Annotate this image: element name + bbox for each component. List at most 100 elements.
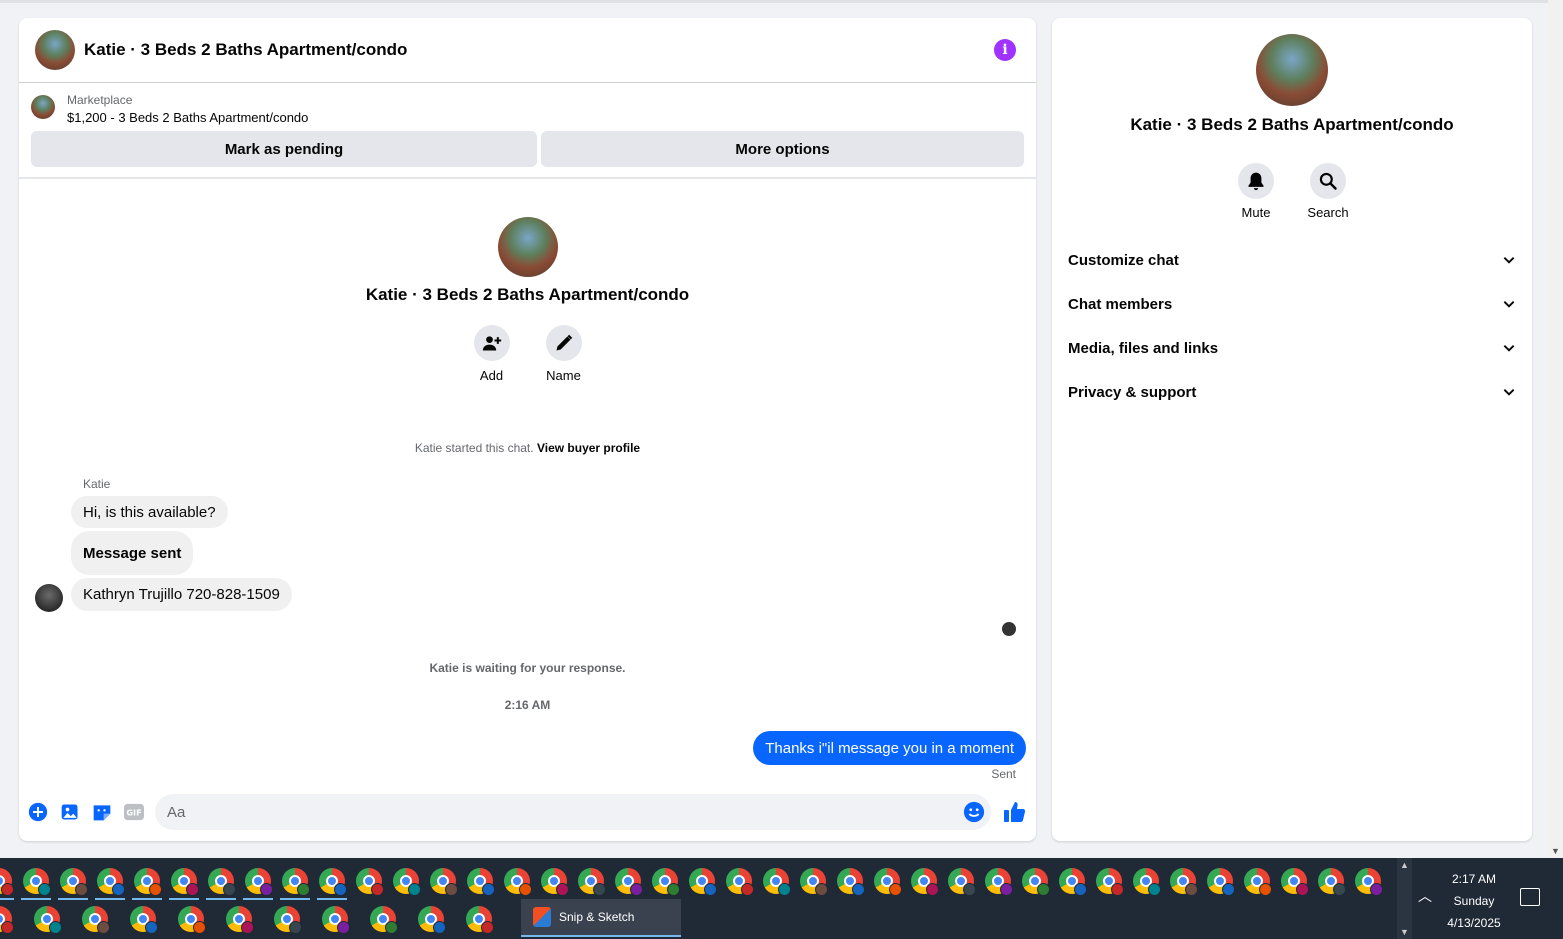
message-bubble[interactable]: Message sent bbox=[71, 531, 194, 575]
profile-badge-icon bbox=[1000, 883, 1013, 896]
profile-badge-icon bbox=[97, 921, 110, 934]
chrome-app-icon[interactable] bbox=[430, 868, 458, 896]
chrome-app-icon[interactable] bbox=[948, 868, 976, 896]
chrome-app-icon[interactable] bbox=[418, 906, 446, 934]
search-icon[interactable] bbox=[1310, 163, 1346, 199]
chrome-app-icon[interactable] bbox=[541, 868, 569, 896]
action-center-icon[interactable] bbox=[1520, 888, 1540, 906]
message-input[interactable] bbox=[155, 794, 991, 830]
listing-thumbnail bbox=[31, 95, 55, 119]
chrome-app-icon[interactable] bbox=[130, 906, 158, 934]
view-buyer-profile-link[interactable]: View buyer profile bbox=[537, 441, 640, 455]
chrome-app-icon[interactable] bbox=[466, 906, 494, 934]
chat-members-section[interactable]: Chat members bbox=[1068, 284, 1516, 324]
chrome-app-icon[interactable] bbox=[169, 868, 199, 900]
message-bubble[interactable]: Hi, is this available? bbox=[71, 496, 228, 528]
bell-icon[interactable] bbox=[1238, 163, 1274, 199]
chrome-app-icon[interactable] bbox=[689, 868, 717, 896]
gif-icon[interactable]: GIF bbox=[123, 801, 145, 823]
chrome-app-icon[interactable] bbox=[206, 868, 236, 900]
profile-badge-icon bbox=[38, 883, 51, 896]
chrome-app-icon[interactable] bbox=[726, 868, 754, 896]
info-avatar[interactable] bbox=[1256, 34, 1328, 106]
chrome-app-icon[interactable] bbox=[1096, 868, 1124, 896]
chrome-app-icon[interactable] bbox=[0, 868, 14, 900]
chrome-app-icon[interactable] bbox=[317, 868, 347, 900]
more-options-button[interactable]: More options bbox=[541, 131, 1024, 167]
taskbar-clock[interactable]: 2:17 AM Sunday 4/13/2025 bbox=[1436, 868, 1512, 934]
taskbar-scrollbar[interactable]: ▲ ▼ bbox=[1397, 858, 1412, 939]
page-scrollbar[interactable]: ▼ bbox=[1548, 0, 1563, 858]
sender-avatar[interactable] bbox=[35, 584, 63, 612]
add-people-action[interactable]: Add bbox=[473, 325, 510, 383]
chrome-app-icon[interactable] bbox=[1207, 868, 1235, 896]
show-hidden-icons-icon[interactable]: ︿ bbox=[1418, 886, 1432, 906]
chrome-app-icon[interactable] bbox=[178, 906, 206, 934]
chrome-app-icon[interactable] bbox=[652, 868, 680, 896]
chrome-app-icon[interactable] bbox=[1059, 868, 1087, 896]
chrome-app-icon[interactable] bbox=[58, 868, 88, 900]
read-receipt-avatar bbox=[1002, 622, 1016, 636]
search-action[interactable]: Search bbox=[1307, 163, 1349, 220]
chrome-app-icon[interactable] bbox=[763, 868, 791, 896]
chrome-app-icon[interactable] bbox=[82, 906, 110, 934]
chrome-app-icon[interactable] bbox=[95, 868, 125, 900]
chat-title[interactable]: Katie · 3 Beds 2 Baths Apartment/condo bbox=[84, 40, 994, 60]
media-files-links-section[interactable]: Media, files and links bbox=[1068, 328, 1516, 368]
profile-badge-icon bbox=[408, 883, 421, 896]
chrome-app-icon[interactable] bbox=[280, 868, 310, 900]
chrome-app-icon[interactable] bbox=[1281, 868, 1309, 896]
marketplace-listing[interactable]: Marketplace $1,200 - 3 Beds 2 Baths Apar… bbox=[19, 83, 1036, 125]
chrome-app-icon[interactable] bbox=[0, 906, 14, 934]
chrome-app-icon[interactable] bbox=[1170, 868, 1198, 896]
chrome-app-icon[interactable] bbox=[1133, 868, 1161, 896]
chrome-app-icon[interactable] bbox=[467, 868, 495, 896]
profile-badge-icon bbox=[193, 921, 206, 934]
chrome-app-icon[interactable] bbox=[1355, 868, 1383, 896]
chrome-app-icon[interactable] bbox=[985, 868, 1013, 896]
profile-badge-icon bbox=[445, 883, 458, 896]
chrome-app-icon[interactable] bbox=[393, 868, 421, 896]
chrome-app-icon[interactable] bbox=[243, 868, 273, 900]
chrome-app-icon[interactable] bbox=[800, 868, 828, 896]
snip-sketch-taskbar-button[interactable]: Snip & Sketch bbox=[521, 899, 681, 937]
chrome-app-icon[interactable] bbox=[356, 868, 384, 896]
mute-action[interactable]: Mute bbox=[1238, 163, 1274, 220]
chrome-app-icon[interactable] bbox=[1244, 868, 1272, 896]
chrome-app-icon[interactable] bbox=[1318, 868, 1346, 896]
snip-sketch-icon bbox=[533, 907, 551, 927]
customize-chat-section[interactable]: Customize chat bbox=[1068, 240, 1516, 280]
chat-avatar[interactable] bbox=[35, 30, 75, 70]
privacy-support-section[interactable]: Privacy & support bbox=[1068, 372, 1516, 412]
photo-icon[interactable] bbox=[59, 801, 81, 823]
chrome-app-icon[interactable] bbox=[274, 906, 302, 934]
chrome-app-icon[interactable] bbox=[132, 868, 162, 900]
chrome-app-icon[interactable] bbox=[370, 906, 398, 934]
sticker-icon[interactable] bbox=[91, 801, 113, 823]
chrome-app-icon[interactable] bbox=[578, 868, 606, 896]
chrome-app-icon[interactable] bbox=[837, 868, 865, 896]
chrome-app-icon[interactable] bbox=[1022, 868, 1050, 896]
chrome-app-icon[interactable] bbox=[911, 868, 939, 896]
mark-as-pending-button[interactable]: Mark as pending bbox=[31, 131, 537, 167]
add-person-icon[interactable] bbox=[473, 325, 510, 361]
chrome-app-icon[interactable] bbox=[21, 868, 51, 900]
chrome-app-icon[interactable] bbox=[504, 868, 532, 896]
chrome-app-icon[interactable] bbox=[874, 868, 902, 896]
chrome-app-icon[interactable] bbox=[34, 906, 62, 934]
scroll-down-arrow-icon[interactable]: ▼ bbox=[1551, 846, 1560, 856]
profile-badge-icon bbox=[778, 883, 791, 896]
chrome-app-icon[interactable] bbox=[226, 906, 254, 934]
outgoing-message-bubble[interactable]: Thanks i"il message you in a moment bbox=[753, 731, 1026, 765]
thumbs-up-icon[interactable] bbox=[1003, 800, 1027, 824]
scroll-up-arrow-icon[interactable]: ▲ bbox=[1400, 860, 1409, 870]
plus-icon[interactable] bbox=[27, 801, 49, 823]
name-action[interactable]: Name bbox=[545, 325, 582, 383]
scroll-down-arrow-icon[interactable]: ▼ bbox=[1400, 927, 1409, 937]
chrome-app-icon[interactable] bbox=[615, 868, 643, 896]
pencil-icon[interactable] bbox=[545, 325, 582, 361]
info-icon[interactable]: i bbox=[994, 39, 1016, 61]
emoji-icon[interactable] bbox=[963, 801, 985, 823]
chrome-app-icon[interactable] bbox=[322, 906, 350, 934]
message-bubble[interactable]: Kathryn Trujillo 720-828-1509 bbox=[71, 578, 292, 611]
